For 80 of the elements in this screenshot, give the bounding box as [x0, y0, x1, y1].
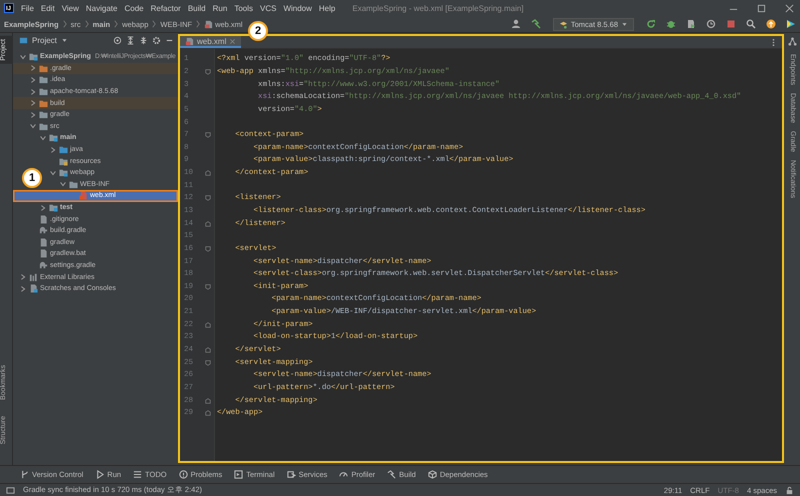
- window-title: ExampleSpring - web.xml [ExampleSpring.main]: [352, 4, 524, 12]
- cube-icon: [428, 470, 437, 479]
- chevron-icon: [152, 20, 156, 28]
- search-icon[interactable]: [746, 19, 756, 29]
- fold-marker-icon[interactable]: [205, 68, 211, 75]
- web-folder-icon: [59, 168, 68, 178]
- gauge-icon: [339, 470, 348, 479]
- caret-icon[interactable]: [60, 36, 68, 44]
- menu-item[interactable]: Window: [283, 4, 312, 12]
- panel-title[interactable]: Project: [32, 36, 57, 44]
- file-icon: [39, 214, 48, 224]
- folder-icon: [69, 180, 78, 189]
- fold-marker-icon[interactable]: [205, 132, 211, 138]
- fold-marker-icon[interactable]: [205, 284, 211, 290]
- xml-file-icon: [185, 36, 194, 46]
- collapse-all-icon[interactable]: [139, 36, 148, 44]
- logo-icon[interactable]: [786, 19, 796, 29]
- terminal-icon: [234, 470, 244, 479]
- maximize-icon[interactable]: [757, 4, 766, 12]
- menu-item[interactable]: Edit: [40, 4, 55, 12]
- person-icon[interactable]: [510, 19, 521, 29]
- folder-icon: [59, 145, 68, 154]
- chevron-icon: [114, 20, 118, 28]
- update-icon[interactable]: [766, 19, 776, 29]
- target-icon[interactable]: [113, 36, 122, 44]
- fold-marker-icon[interactable]: [205, 220, 211, 227]
- panel-icon[interactable]: [6, 486, 15, 494]
- menu-item[interactable]: Run: [212, 4, 228, 12]
- scratch-icon: [29, 284, 38, 294]
- window-icon: [19, 36, 28, 44]
- elephant-icon: [39, 226, 48, 236]
- menu-item[interactable]: Code: [124, 4, 144, 12]
- hammer-icon: [387, 470, 396, 479]
- branch-icon: [20, 470, 29, 479]
- settings-icon[interactable]: [152, 36, 161, 44]
- chevron-icon: [62, 20, 67, 28]
- menu-item[interactable]: View: [62, 4, 79, 12]
- fold-marker-icon[interactable]: [205, 322, 211, 328]
- fold-marker-icon[interactable]: [205, 360, 211, 366]
- fold-marker-icon[interactable]: [205, 410, 211, 416]
- library-icon: [29, 272, 38, 282]
- fold-marker-icon[interactable]: [205, 246, 211, 252]
- chevron-icon: [84, 20, 89, 28]
- menu-item[interactable]: Help: [318, 4, 336, 12]
- info-icon: [178, 470, 188, 479]
- bug-icon[interactable]: [666, 19, 676, 29]
- stop-icon[interactable]: [726, 19, 736, 29]
- menu-item[interactable]: VCS: [260, 4, 276, 12]
- rerun-icon[interactable]: [646, 19, 656, 29]
- script-file-icon: [39, 238, 48, 247]
- expand-all-icon[interactable]: [126, 36, 135, 44]
- module-folder-icon: [49, 133, 58, 142]
- menu-item[interactable]: File: [21, 4, 34, 12]
- play-icon: [95, 470, 104, 479]
- list-icon: [133, 470, 142, 479]
- chevron-icon: [196, 20, 200, 28]
- caret-icon: [621, 20, 628, 28]
- menu-item[interactable]: Build: [188, 4, 206, 12]
- module-folder-icon: [29, 52, 38, 62]
- elephant-icon: [39, 260, 48, 270]
- fold-marker-icon[interactable]: [205, 170, 211, 176]
- chevron-icon[interactable]: [39, 204, 47, 212]
- menu-item[interactable]: Tools: [234, 4, 253, 12]
- fold-marker-icon[interactable]: [205, 195, 211, 202]
- xml-file-icon: [204, 20, 214, 28]
- module-folder-icon: [49, 203, 58, 212]
- fold-marker-icon[interactable]: [205, 347, 211, 354]
- services-icon: [286, 470, 296, 479]
- nodes-icon[interactable]: [788, 37, 797, 46]
- menu-item[interactable]: Navigate: [86, 4, 118, 12]
- editor-tab[interactable]: web.xml: [180, 36, 242, 48]
- lock-icon[interactable]: [785, 486, 794, 494]
- file-icon: [39, 249, 48, 258]
- close-icon[interactable]: [785, 4, 794, 12]
- fold-marker-icon[interactable]: [205, 398, 211, 404]
- close-icon[interactable]: [229, 38, 236, 44]
- xml-file-icon: [79, 191, 88, 200]
- menu-item[interactable]: Refactor: [150, 4, 181, 12]
- resources-folder-icon: [59, 156, 68, 166]
- hammer-icon[interactable]: [530, 19, 541, 29]
